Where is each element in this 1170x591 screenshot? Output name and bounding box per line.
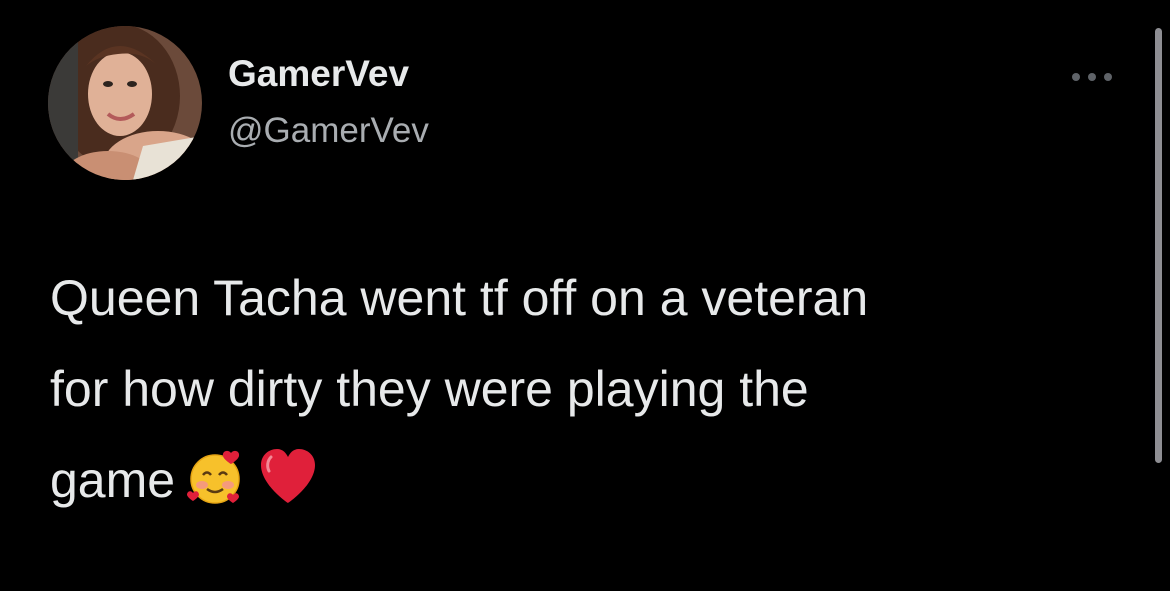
red-heart-icon (257, 445, 319, 536)
display-name[interactable]: GamerVev (228, 53, 409, 95)
tweet-card: GamerVev @GamerVev Queen Tacha went tf o… (0, 0, 1170, 591)
more-options-icon (1072, 73, 1112, 81)
more-options-button[interactable] (1064, 62, 1120, 92)
smiling-face-with-hearts-icon (185, 445, 247, 536)
tweet-text: Queen Tacha went tf off on a veteran for… (50, 270, 869, 508)
tweet-body: Queen Tacha went tf off on a veteran for… (50, 253, 1110, 536)
scrollbar[interactable] (1155, 28, 1162, 463)
user-handle[interactable]: @GamerVev (228, 111, 429, 151)
avatar[interactable] (48, 26, 202, 180)
